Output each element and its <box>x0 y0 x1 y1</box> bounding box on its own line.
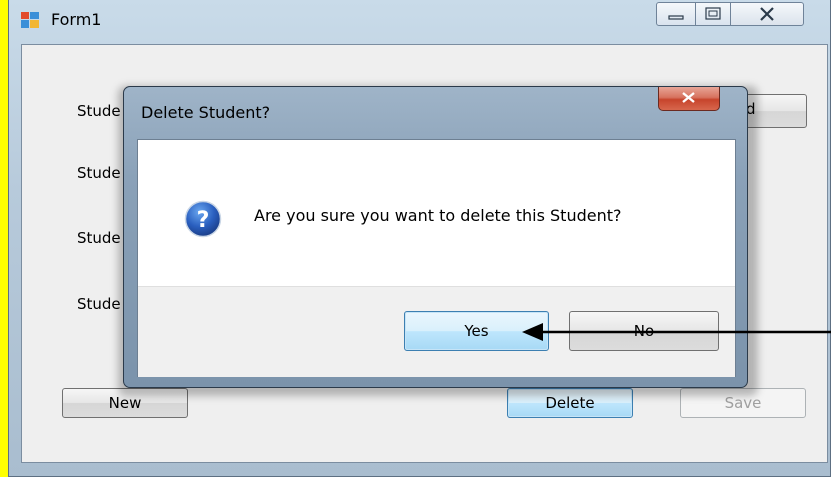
delete-student-dialog: Delete Student? ? Are you sure you want … <box>123 86 748 388</box>
dialog-message: Are you sure you want to delete this Stu… <box>254 206 622 225</box>
yes-button[interactable]: Yes <box>404 311 549 351</box>
question-icon: ? <box>184 200 222 238</box>
dialog-body: ? Are you sure you want to delete this S… <box>137 139 736 377</box>
window-close-button[interactable] <box>730 2 804 26</box>
save-button-label: Save <box>724 394 762 412</box>
close-icon <box>682 92 695 103</box>
title-bar: Form1 <box>9 0 831 44</box>
close-icon <box>760 7 774 21</box>
app-icon <box>21 12 39 28</box>
delete-button-label: Delete <box>545 394 595 412</box>
no-button-label: No <box>633 322 655 340</box>
minimize-button[interactable] <box>656 2 696 26</box>
student-label-3: Stude <box>77 229 121 247</box>
dialog-title: Delete Student? <box>141 103 271 122</box>
new-button-label: New <box>108 394 142 412</box>
svg-text:?: ? <box>197 208 210 233</box>
yes-button-label: Yes <box>464 322 489 340</box>
dialog-close-button[interactable] <box>658 87 720 111</box>
minimize-icon <box>668 15 684 20</box>
maximize-icon <box>705 7 721 20</box>
student-label-2: Stude <box>77 164 121 182</box>
student-label-4: Stude <box>77 295 121 313</box>
student-label-1: Stude <box>77 102 121 120</box>
no-button[interactable]: No <box>569 311 719 351</box>
window-title: Form1 <box>51 10 102 29</box>
maximize-button[interactable] <box>695 2 731 26</box>
